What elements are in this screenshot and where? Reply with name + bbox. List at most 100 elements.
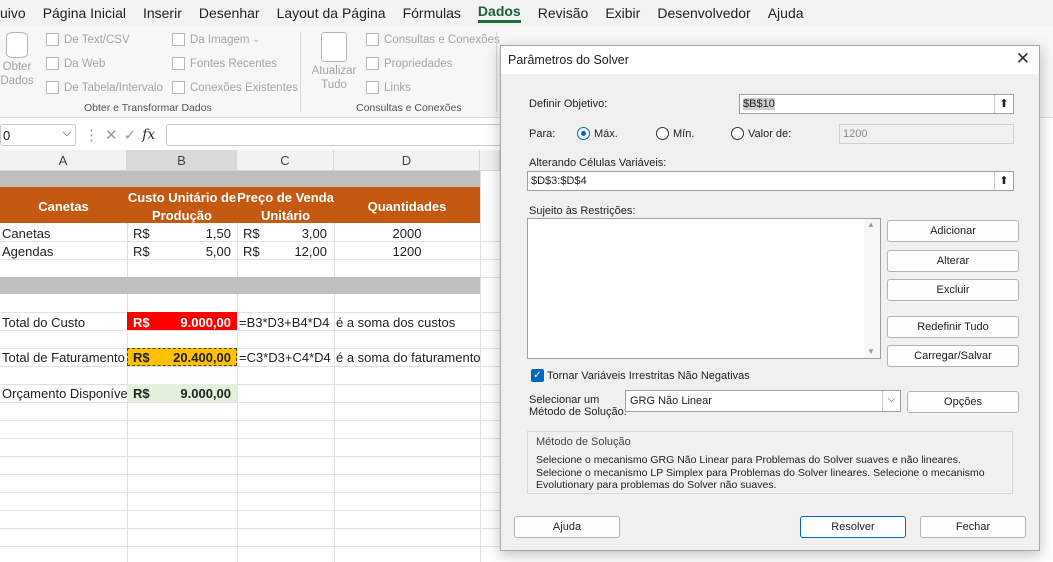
cell-total-custo-note[interactable]: é a soma dos custos (336, 315, 455, 330)
valor-de-label[interactable]: Valor de: (748, 128, 791, 140)
dialog-titlebar[interactable]: Parâmetros do Solver ✕ (501, 46, 1039, 74)
menu-ajuda[interactable]: Ajuda (768, 5, 804, 21)
selecionar-label-1: Selecionar um (529, 394, 600, 406)
header-b1[interactable]: Custo Unitário de (127, 190, 237, 205)
cell-total-custo-formula[interactable]: =B3*D3+B4*D4 (239, 315, 329, 330)
cell-total-fat-label[interactable]: Total de Faturamento (2, 350, 125, 365)
cell-a3[interactable]: Canetas (2, 226, 50, 241)
cell-total-custo[interactable]: 9.000,00 (127, 315, 231, 330)
fontes-recentes-button[interactable]: Fontes Recentes (172, 57, 277, 70)
conexoes-existentes-button[interactable]: Conexões Existentes (172, 81, 298, 94)
cell-b4[interactable]: 5,00 (127, 244, 231, 259)
menu-formulas[interactable]: Fórmulas (403, 5, 461, 21)
cell-total-custo-label[interactable]: Total do Custo (2, 315, 85, 330)
alterar-button[interactable]: Alterar (887, 250, 1019, 272)
chevron-down-icon[interactable]: ⌵ (63, 127, 71, 140)
header-c1[interactable]: Preço de Venda (237, 190, 334, 205)
cell-total-fat[interactable]: 20.400,00 (127, 350, 231, 365)
menu-revisao[interactable]: Revisão (538, 5, 589, 21)
max-label[interactable]: Máx. (594, 128, 618, 140)
max-radio[interactable] (577, 127, 590, 140)
opcoes-button[interactable]: Opções (907, 391, 1019, 413)
carregar-salvar-button[interactable]: Carregar/Salvar (887, 345, 1019, 367)
gray-band-row (0, 171, 480, 187)
cell-total-fat-formula[interactable]: =C3*D3+C4*D4 (239, 350, 331, 365)
atualizar-tudo-button[interactable]: Atualizar Tudo (310, 32, 358, 92)
de-tabela-button[interactable]: De Tabela/Intervalo (46, 81, 163, 94)
fechar-button[interactable]: Fechar (920, 516, 1026, 538)
column-header-e[interactable] (480, 150, 500, 171)
redefinir-tudo-button[interactable]: Redefinir Tudo (887, 316, 1019, 338)
cell-c3[interactable]: 3,00 (237, 226, 327, 241)
cell-orcamento[interactable]: 9.000,00 (127, 386, 231, 401)
resolver-button[interactable]: Resolver (800, 516, 906, 538)
menu-desenhar[interactable]: Desenhar (199, 5, 260, 21)
close-icon[interactable]: ✕ (1016, 49, 1030, 69)
obter-dados-button[interactable]: Obter Dados (0, 32, 34, 88)
solver-dialog: Parâmetros do Solver ✕ Definir Objetivo:… (500, 45, 1040, 551)
consultas-conexoes-button[interactable]: Consultas e Conexões (366, 33, 500, 46)
menu-layout[interactable]: Layout da Página (277, 5, 386, 21)
menu-inserir[interactable]: Inserir (143, 5, 182, 21)
excluir-button[interactable]: Excluir (887, 279, 1019, 301)
header-a[interactable]: Canetas (0, 199, 127, 214)
properties-icon (366, 57, 379, 70)
objetivo-input[interactable]: $B$10 (739, 94, 1014, 114)
adicionar-button[interactable]: Adicionar (887, 220, 1019, 242)
da-web-button[interactable]: Da Web (46, 57, 105, 70)
list-scrollbar[interactable]: ▲ ▼ (864, 219, 880, 358)
gridline (0, 312, 500, 313)
min-radio[interactable] (656, 127, 669, 140)
cancel-icon[interactable]: ✕ (105, 126, 118, 144)
checkbox-label[interactable]: Tornar Variáveis Irrestritas Não Negativ… (547, 370, 750, 382)
column-header-c[interactable]: C (237, 150, 334, 171)
metodo-select[interactable]: GRG Não Linear ⌵ (625, 390, 901, 412)
column-header-a[interactable]: A (0, 150, 127, 171)
column-header-b[interactable]: B (127, 150, 237, 171)
function-icon[interactable]: fx (142, 127, 155, 143)
alterando-input[interactable]: $D$3:$D$4 (527, 171, 1014, 191)
file-icon (46, 33, 59, 46)
confirm-icon[interactable]: ✓ (124, 126, 137, 144)
definir-objetivo-label: Definir Objetivo: (529, 98, 608, 110)
chevron-down-icon[interactable]: ⌵ (882, 391, 900, 411)
cell-b3[interactable]: 1,50 (127, 226, 231, 241)
gridline (0, 384, 500, 385)
formula-input[interactable] (166, 124, 506, 146)
para-label: Para: (529, 128, 556, 140)
column-header-d[interactable]: D (334, 150, 480, 171)
menu-exibir[interactable]: Exibir (605, 5, 640, 21)
links-icon (366, 81, 379, 94)
menu-pagina-inicial[interactable]: Página Inicial (43, 5, 126, 21)
links-button[interactable]: Links (366, 81, 411, 94)
scroll-down-icon[interactable]: ▼ (867, 347, 875, 356)
header-d[interactable]: Quantidades (334, 199, 480, 214)
valor-de-radio[interactable] (731, 127, 744, 140)
checkbox-nao-negativas[interactable]: ✓ (531, 369, 544, 382)
menu-arquivo[interactable]: uivo (0, 5, 26, 21)
scroll-up-icon[interactable]: ▲ (867, 220, 875, 229)
collapse-ref-icon[interactable]: ⬆ (994, 95, 1013, 113)
gridline (0, 402, 500, 403)
menu-bar: uivo Página Inicial Inserir Desenhar Lay… (0, 0, 1053, 26)
cell-d4[interactable]: 1200 (334, 244, 480, 259)
menu-desenvolvedor[interactable]: Desenvolvedor (657, 5, 750, 21)
cell-total-fat-note[interactable]: é a soma do faturamento (336, 350, 481, 365)
valor-de-input[interactable]: 1200 (839, 124, 1014, 144)
propriedades-button[interactable]: Propriedades (366, 57, 452, 70)
cell-orcamento-label[interactable]: Orçamento Disponível (2, 386, 131, 401)
gridline (0, 420, 500, 421)
gridline (0, 456, 500, 457)
restricoes-list[interactable]: ▲ ▼ (527, 218, 881, 359)
de-text-csv-button[interactable]: De Text/CSV (46, 33, 130, 46)
cell-c4[interactable]: 12,00 (237, 244, 327, 259)
cell-a4[interactable]: Agendas (2, 244, 53, 259)
cell-d3[interactable]: 2000 (334, 226, 480, 241)
ajuda-button[interactable]: Ajuda (514, 516, 620, 538)
collapse-ref-icon[interactable]: ⬆ (994, 172, 1013, 190)
da-imagem-button[interactable]: Da Imagem ⌄ (172, 33, 260, 46)
image-icon (172, 33, 185, 46)
menu-dados[interactable]: Dados (477, 3, 521, 23)
name-box[interactable]: 0 ⌵ (0, 124, 76, 146)
min-label[interactable]: Mín. (673, 128, 694, 140)
